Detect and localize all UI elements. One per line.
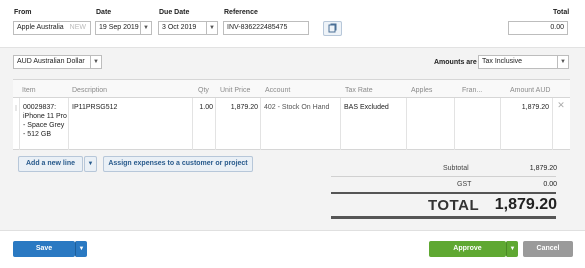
- from-field[interactable]: Apple Australia NEW: [13, 21, 91, 35]
- total-top-rule: [331, 192, 556, 194]
- copy-icon: [328, 23, 337, 33]
- add-new-line-button[interactable]: Add a new line: [18, 156, 83, 172]
- due-date-field[interactable]: 3 Oct 2019 ▼: [158, 21, 218, 35]
- total-field: 0.00: [508, 21, 568, 35]
- item-value: 00029837: iPhone 11 Pro - Space Grey - 5…: [23, 104, 67, 138]
- column-header-item: Item: [22, 87, 36, 94]
- description-value: IP11PRSG512: [72, 104, 118, 111]
- total-value-summary: 1,879.20: [494, 196, 557, 213]
- from-label: From: [14, 9, 32, 16]
- column-header-amount: Amount AUD: [510, 87, 551, 94]
- account-value: 402 - Stock On Hand: [264, 104, 330, 111]
- approve-button[interactable]: Approve: [429, 241, 506, 257]
- assign-expenses-button[interactable]: Assign expenses to a customer or project: [103, 156, 253, 172]
- column-header-apples: Apples: [411, 87, 433, 94]
- currency-select[interactable]: AUD Australian Dollar ▼: [13, 55, 102, 69]
- reference-label: Reference: [224, 9, 258, 16]
- due-date-label: Due Date: [159, 9, 190, 16]
- date-label: Date: [96, 9, 112, 16]
- line-items-header: Item Description Qty Unit Price Account …: [13, 79, 570, 98]
- currency-value: AUD Australian Dollar: [17, 58, 85, 65]
- cell-item[interactable]: 00029837: iPhone 11 Pro - Space Grey - 5…: [20, 98, 69, 150]
- new-contact-tag: NEW: [69, 24, 86, 31]
- qty-value: 1.00: [199, 104, 213, 111]
- cell-fran[interactable]: [455, 98, 501, 150]
- cell-amount[interactable]: 1,879.20: [501, 98, 553, 150]
- bill-footer: Save ▼ Approve ▼ Cancel: [0, 230, 585, 268]
- total-label-summary: TOTAL: [428, 197, 480, 214]
- subtotal-label: Subtotal: [443, 165, 469, 172]
- table-row[interactable]: 00029837: iPhone 11 Pro - Space Grey - 5…: [13, 98, 570, 150]
- total-bottom-rule: [331, 216, 556, 219]
- reference-field[interactable]: INV-836222485475: [223, 21, 309, 35]
- due-date-value: 3 Oct 2019: [162, 24, 197, 31]
- date-field[interactable]: 19 Sep 2019 ▼: [95, 21, 152, 35]
- copy-reference-button[interactable]: [323, 21, 342, 36]
- column-header-description: Description: [72, 87, 108, 94]
- column-header-fran: Fran...: [462, 87, 483, 94]
- tax-rate-value: BAS Excluded: [344, 104, 389, 111]
- bill-header: From Apple Australia NEW Date 19 Sep 201…: [0, 0, 585, 48]
- unit-price-value: 1,879.20: [230, 104, 258, 111]
- chevron-down-icon[interactable]: ▼: [557, 56, 568, 68]
- cell-description[interactable]: IP11PRSG512: [69, 98, 193, 150]
- chevron-down-icon[interactable]: ▼: [140, 22, 151, 34]
- from-value: Apple Australia: [17, 24, 64, 31]
- amounts-are-value: Tax Inclusive: [482, 58, 523, 65]
- subtotal-value: 1,879.20: [529, 165, 557, 172]
- amount-value: 1,879.20: [521, 104, 549, 111]
- total-label: Total: [553, 9, 570, 16]
- cell-qty[interactable]: 1.00: [193, 98, 216, 150]
- cancel-button[interactable]: Cancel: [523, 241, 573, 257]
- cell-apples[interactable]: [407, 98, 455, 150]
- chevron-down-icon[interactable]: ▼: [206, 22, 217, 34]
- column-header-unit-price: Unit Price: [220, 87, 251, 94]
- cell-account[interactable]: 402 - Stock On Hand: [261, 98, 341, 150]
- cell-unit-price[interactable]: 1,879.20: [216, 98, 261, 150]
- save-button[interactable]: Save: [13, 241, 75, 257]
- cell-tax-rate[interactable]: BAS Excluded: [341, 98, 407, 150]
- add-line-options-chevron-down-icon[interactable]: ▼: [84, 156, 97, 172]
- column-header-account: Account: [265, 87, 291, 94]
- gst-label: GST: [457, 181, 472, 188]
- summary-divider: [331, 176, 556, 177]
- save-options-chevron-down-icon[interactable]: ▼: [75, 241, 87, 257]
- chevron-down-icon[interactable]: ▼: [90, 56, 101, 68]
- column-header-qty: Qty: [198, 87, 209, 94]
- approve-options-chevron-down-icon[interactable]: ▼: [506, 241, 518, 257]
- column-header-tax-rate: Tax Rate: [345, 87, 373, 94]
- total-value: 0.00: [550, 24, 564, 31]
- reference-value: INV-836222485475: [227, 24, 288, 31]
- bill-editor: From Apple Australia NEW Date 19 Sep 201…: [0, 0, 585, 268]
- close-icon[interactable]: ✕: [556, 100, 566, 110]
- amounts-are-label: Amounts are: [434, 59, 477, 66]
- drag-handle-icon[interactable]: [13, 98, 20, 150]
- amounts-are-select[interactable]: Tax Inclusive ▼: [478, 55, 569, 69]
- gst-value: 0.00: [543, 181, 557, 188]
- date-value: 19 Sep 2019: [99, 24, 139, 31]
